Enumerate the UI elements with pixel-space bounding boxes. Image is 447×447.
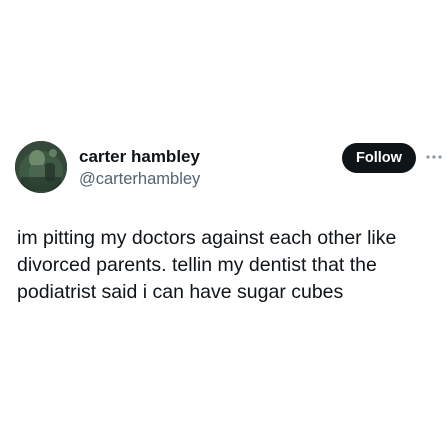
profile-photo xyxy=(15,141,67,193)
more-dots-icon[interactable] xyxy=(424,151,444,163)
tweet-text-line: podiatrist said i can have sugar cubes xyxy=(17,281,344,303)
avatar[interactable] xyxy=(15,141,67,193)
tweet-card: carter hambley @carterhambley Follow im … xyxy=(0,0,447,447)
tweet-text-line: divorced parents. tellin my dentist that… xyxy=(17,254,377,276)
tweet-text-line: im pitting my doctors against each other… xyxy=(17,227,397,249)
author-name[interactable]: carter hambley xyxy=(79,147,200,167)
follow-button[interactable]: Follow xyxy=(342,143,416,173)
tweet-text: im pitting my doctors against each other… xyxy=(17,225,437,306)
author-handle[interactable]: @carterhambley xyxy=(79,170,200,189)
